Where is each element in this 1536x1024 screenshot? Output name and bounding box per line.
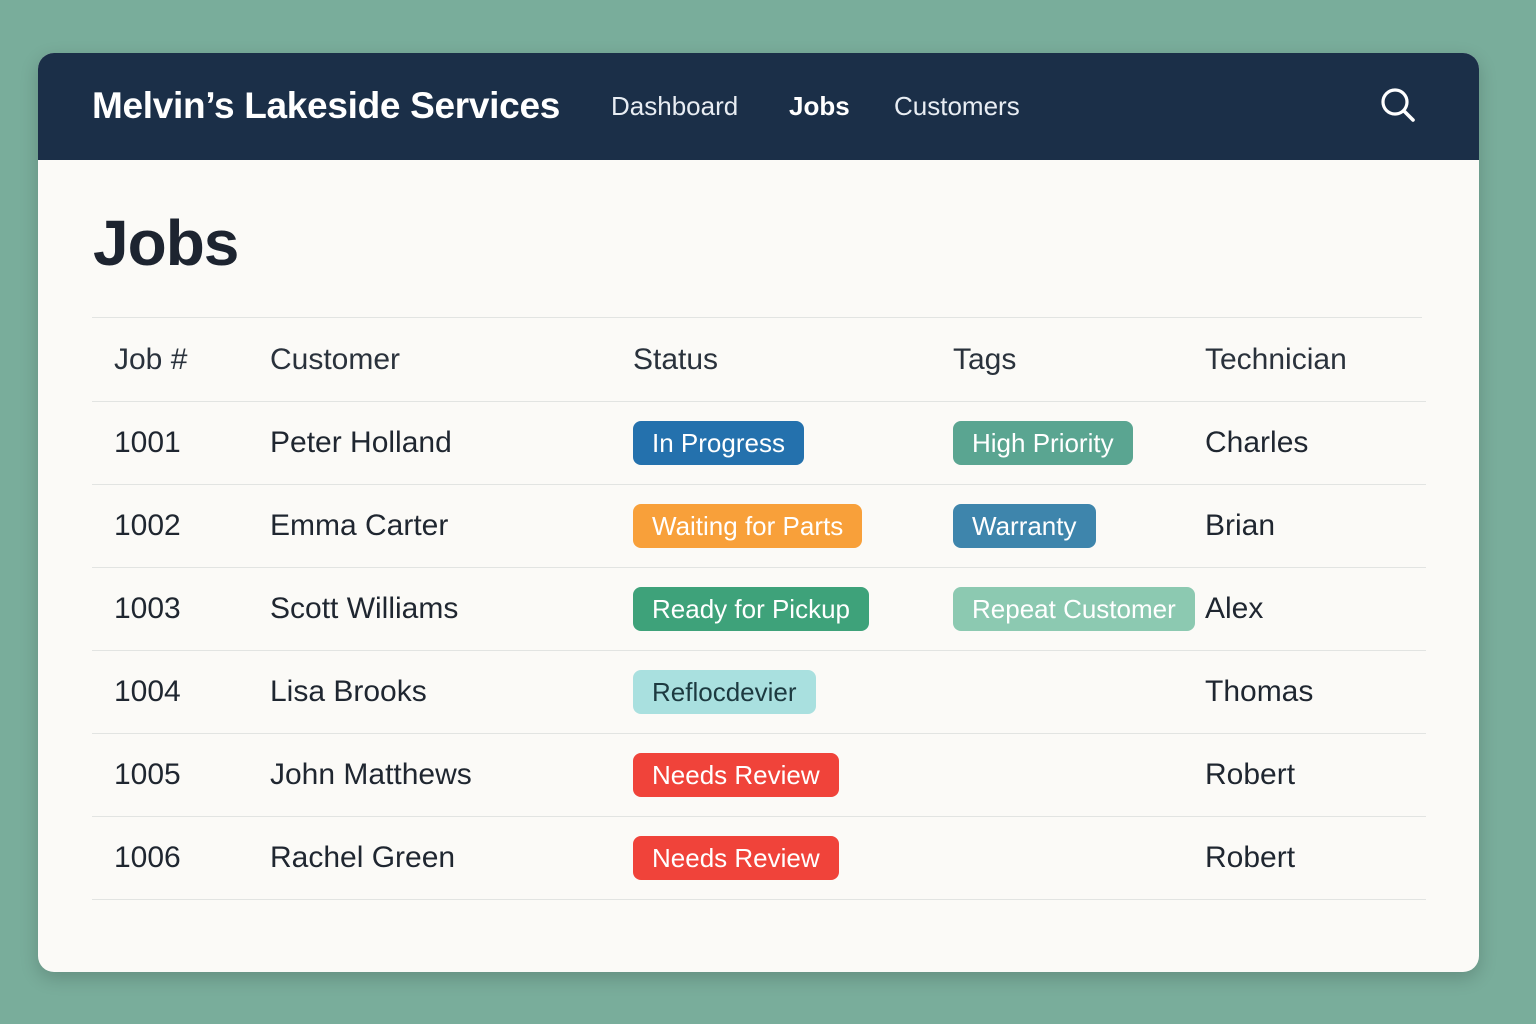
status-badge: Reflocdevier bbox=[633, 670, 816, 714]
status-cell: Reflocdevier bbox=[633, 651, 816, 733]
table-row[interactable]: 1004 Lisa Brooks Reflocdevier Thomas bbox=[92, 651, 1426, 734]
table-row[interactable]: 1005 John Matthews Needs Review Robert bbox=[92, 734, 1426, 817]
status-badge: Ready for Pickup bbox=[633, 587, 869, 631]
nav-dashboard[interactable]: Dashboard bbox=[611, 91, 738, 122]
column-header-status[interactable]: Status bbox=[633, 318, 718, 401]
top-navigation-bar: Melvin’s Lakeside Services Dashboard Job… bbox=[38, 53, 1479, 160]
job-number: 1004 bbox=[114, 675, 181, 708]
app-window: Melvin’s Lakeside Services Dashboard Job… bbox=[38, 53, 1479, 972]
table-row[interactable]: 1002 Emma Carter Waiting for Parts Warranty… bbox=[92, 485, 1426, 568]
customer-name: Emma Carter bbox=[270, 509, 449, 542]
status-badge: Waiting for Parts bbox=[633, 504, 863, 548]
page-title: Jobs bbox=[93, 207, 239, 279]
customer-name: Rachel Green bbox=[270, 841, 456, 874]
status-badge: Needs Review bbox=[633, 753, 839, 797]
status-badge: In Progress bbox=[633, 421, 804, 465]
customer-name: Lisa Brooks bbox=[270, 675, 427, 708]
jobs-table: Job # Customer Status Tags Technician 10… bbox=[92, 318, 1426, 900]
search-button[interactable] bbox=[1378, 85, 1418, 125]
nav-customers[interactable]: Customers bbox=[894, 91, 1020, 122]
table-row[interactable]: 1001 Peter Holland In Progress High Priorit… bbox=[92, 402, 1426, 485]
technician-name: Thomas bbox=[1205, 675, 1314, 708]
status-cell: In Progress bbox=[633, 402, 804, 484]
status-cell: Needs Review bbox=[633, 734, 839, 816]
column-header-tags[interactable]: Tags bbox=[953, 318, 1016, 401]
tag-badge: Warranty bbox=[953, 504, 1096, 548]
job-number: 1001 bbox=[114, 426, 181, 459]
tag-badge: Repeat Customer bbox=[953, 587, 1195, 631]
brand-name: Melvin’s Lakeside Services bbox=[92, 85, 560, 126]
column-header-job-number[interactable]: Job # bbox=[114, 318, 187, 401]
column-header-customer[interactable]: Customer bbox=[270, 318, 400, 401]
job-number: 1003 bbox=[114, 592, 181, 625]
status-cell: Ready for Pickup bbox=[633, 568, 869, 650]
job-number: 1002 bbox=[114, 509, 181, 542]
status-cell: Needs Review bbox=[633, 817, 839, 899]
technician-name: Robert bbox=[1205, 841, 1296, 874]
search-icon bbox=[1381, 88, 1415, 122]
tags-cell: Repeat Customer bbox=[953, 568, 1195, 650]
table-row[interactable]: 1006 Rachel Green Needs Review Robert bbox=[92, 817, 1426, 900]
tag-badge: High Priority bbox=[953, 421, 1133, 465]
table-row[interactable]: 1003 Scott Williams Ready for Pickup Repeat… bbox=[92, 568, 1426, 651]
status-cell: Waiting for Parts bbox=[633, 485, 863, 567]
tags-cell: High Priority bbox=[953, 402, 1133, 484]
technician-name: Brian bbox=[1205, 509, 1276, 542]
customer-name: Peter Holland bbox=[270, 426, 452, 459]
tags-cell: Warranty bbox=[953, 485, 1096, 567]
technician-name: Robert bbox=[1205, 758, 1296, 791]
technician-name: Alex bbox=[1205, 592, 1264, 625]
job-number: 1006 bbox=[114, 841, 181, 874]
table-header-row: Job # Customer Status Tags Technician bbox=[92, 318, 1426, 402]
column-header-technician[interactable]: Technician bbox=[1205, 318, 1347, 401]
technician-name: Charles bbox=[1205, 426, 1309, 459]
table-body: 1001 Peter Holland In Progress High Priorit… bbox=[92, 402, 1426, 900]
nav-jobs[interactable]: Jobs bbox=[789, 91, 850, 122]
customer-name: Scott Williams bbox=[270, 592, 459, 625]
job-number: 1005 bbox=[114, 758, 181, 791]
status-badge: Needs Review bbox=[633, 836, 839, 880]
customer-name: John Matthews bbox=[270, 758, 472, 791]
